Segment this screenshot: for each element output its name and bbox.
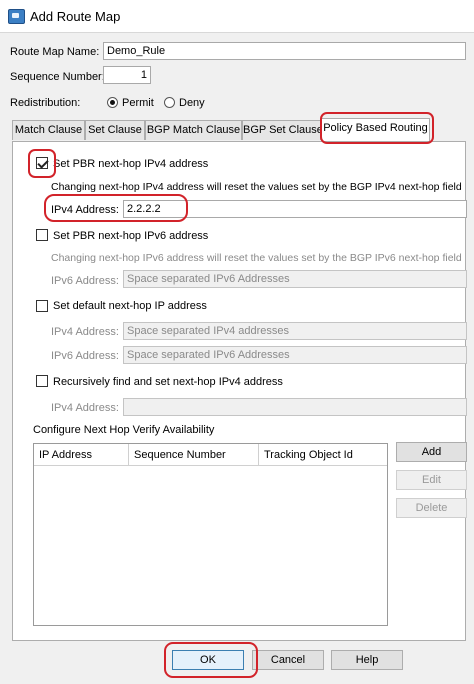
tab-match-clause[interactable]: Match Clause [12,120,85,140]
ipv4-reset-note: Changing next-hop IPv4 address will rese… [51,181,462,193]
deny-radio[interactable] [164,97,175,108]
edit-button[interactable]: Edit [396,470,467,490]
help-button[interactable]: Help [331,650,403,670]
permit-radio[interactable] [107,97,118,108]
window-title: Add Route Map [30,9,121,24]
tab-bgp-set-clause[interactable]: BGP Set Clause [242,120,323,140]
default-ipv4-input[interactable]: Space separated IPv4 addresses [123,322,467,340]
route-map-name-label: Route Map Name: [10,46,100,58]
default-ipv4-label: IPv4 Address: [51,326,119,338]
recursive-nexthop-label[interactable]: Recursively find and set next-hop IPv4 a… [53,376,283,388]
pbr-ipv6-nexthop-label[interactable]: Set PBR next-hop IPv6 address [53,230,208,242]
cancel-button[interactable]: Cancel [252,650,324,670]
ok-button[interactable]: OK [172,650,244,670]
delete-button[interactable]: Delete [396,498,467,518]
tab-set-clause[interactable]: Set Clause [85,120,145,140]
recursive-nexthop-checkbox[interactable] [36,375,48,387]
ipv6-reset-note: Changing next-hop IPv6 address will rese… [51,252,462,264]
permit-radio-label[interactable]: Permit [122,97,154,109]
tab-bgp-match-clause[interactable]: BGP Match Clause [145,120,242,140]
column-header-tracking-object-id[interactable]: Tracking Object Id [259,444,387,466]
sequence-number-label: Sequence Number: [10,71,105,83]
default-nexthop-checkbox[interactable] [36,300,48,312]
route-map-app-icon [8,9,25,24]
default-ipv6-input[interactable]: Space separated IPv6 Addresses [123,346,467,364]
recursive-ipv4-input[interactable] [123,398,467,416]
title-bar: Add Route Map [0,0,474,33]
deny-radio-label[interactable]: Deny [179,97,205,109]
default-nexthop-label[interactable]: Set default next-hop IP address [53,300,207,312]
route-map-name-input[interactable]: Demo_Rule [103,42,466,60]
sequence-number-input[interactable]: 1 [103,66,151,84]
redistribution-label: Redistribution: [10,97,81,109]
column-header-sequence-number[interactable]: Sequence Number [129,444,259,466]
column-header-ip-address[interactable]: IP Address [34,444,129,466]
pbr-ipv4-nexthop-label[interactable]: Set PBR next-hop IPv4 address [53,158,208,170]
verify-availability-label: Configure Next Hop Verify Availability [33,424,215,436]
ipv4-address-input[interactable]: 2.2.2.2 [123,200,467,218]
ipv4-address-label: IPv4 Address: [51,204,119,216]
pbr-ipv6-nexthop-checkbox[interactable] [36,229,48,241]
pbr-ipv4-nexthop-checkbox[interactable] [36,157,48,169]
ipv6-address-input[interactable]: Space separated IPv6 Addresses [123,270,467,288]
tab-policy-based-routing[interactable]: Policy Based Routing [321,118,430,141]
add-button[interactable]: Add [396,442,467,462]
default-ipv6-label: IPv6 Address: [51,350,119,362]
recursive-ipv4-label: IPv4 Address: [51,402,119,414]
ipv6-address-label: IPv6 Address: [51,275,119,287]
nexthop-verify-table[interactable]: IP Address Sequence Number Tracking Obje… [33,443,388,626]
